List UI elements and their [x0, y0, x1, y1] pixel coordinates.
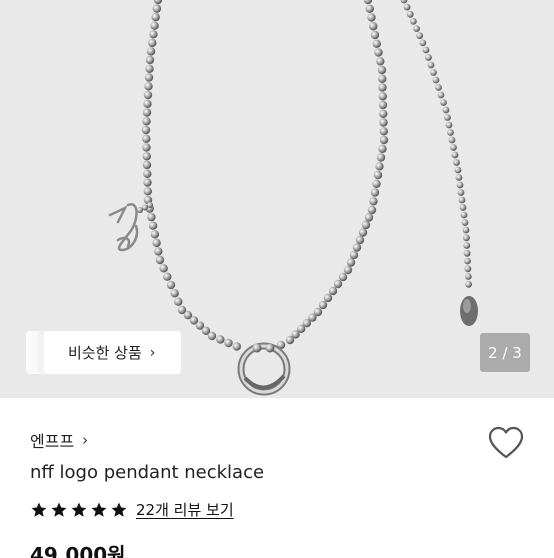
- chevron-right-icon: ›: [149, 344, 156, 361]
- price-text: 49,000원: [30, 544, 126, 558]
- ring-pendant: [237, 342, 291, 396]
- product-price: 49,000원: [30, 544, 130, 558]
- star-filled-icon: [111, 502, 127, 517]
- brand-name: 엔프프: [30, 432, 75, 451]
- star-filled-icon: [91, 502, 107, 517]
- heart-outline-icon[interactable]: [488, 426, 524, 460]
- rating-row: 22개 리뷰 보기: [30, 499, 234, 520]
- oval-tag-charm: [460, 296, 478, 326]
- star-filled-icon: [71, 502, 87, 517]
- product-image-gallery[interactable]: 비슷한 상품 › 2 / 3: [0, 0, 554, 398]
- logo-charm: [108, 203, 139, 252]
- gallery-page-indicator: 2 / 3: [480, 333, 530, 372]
- similar-products-label: 비슷한 상품: [68, 344, 142, 362]
- page-indicator-text: 2 / 3: [488, 343, 522, 362]
- rating-stars: [30, 501, 128, 519]
- product-title: nff logo pendant necklace: [30, 462, 265, 483]
- star-filled-icon: [31, 502, 47, 517]
- chevron-right-icon: ›: [82, 431, 89, 449]
- similar-products-button[interactable]: 비슷한 상품 ›: [44, 331, 181, 374]
- review-link[interactable]: 22개 리뷰 보기: [136, 499, 234, 520]
- brand-link[interactable]: 엔프프 ›: [30, 428, 88, 452]
- star-filled-icon: [51, 502, 67, 517]
